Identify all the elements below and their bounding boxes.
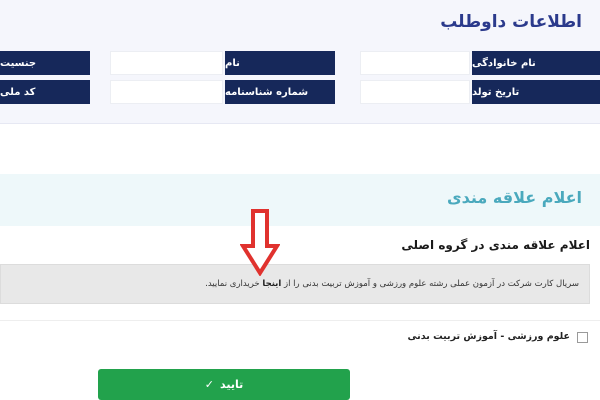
divider xyxy=(0,320,600,321)
last-name-field xyxy=(360,51,470,75)
first-name-label: نام xyxy=(225,51,335,75)
interest-title: اعلام علاقه مندی xyxy=(446,188,582,207)
down-arrow-icon xyxy=(240,209,280,276)
id-number-label: شماره شناسنامه xyxy=(225,80,335,104)
notice-text-end: خریداری نمایید. xyxy=(205,279,260,289)
main-group-title: اعلام علاقه مندی در گروه اصلی xyxy=(401,238,590,252)
purchase-link[interactable]: اینجا xyxy=(262,279,281,289)
check-icon: ✓ xyxy=(204,378,214,391)
sports-science-label: علوم ورزشی - آموزش تربیت بدنی xyxy=(407,331,570,342)
id-number-field xyxy=(110,80,223,104)
submit-label: تایید xyxy=(219,378,244,391)
last-name-label: نام خانوادگی xyxy=(472,51,600,75)
birth-date-field xyxy=(360,80,470,104)
gender-label: جنسیت xyxy=(0,51,90,75)
interest-section: اعلام علاقه مندی xyxy=(0,174,600,226)
candidate-info-title: اطلاعات داوطلب xyxy=(440,12,582,32)
notice-text-start: سریال کارت شرکت در آزمون عملی رشته علوم … xyxy=(284,279,579,289)
submit-button[interactable]: تایید ✓ xyxy=(98,369,350,400)
birth-date-label: تاریخ تولد xyxy=(472,80,600,104)
serial-card-notice: سریال کارت شرکت در آزمون عملی رشته علوم … xyxy=(0,264,590,304)
sports-science-checkbox[interactable] xyxy=(577,332,588,343)
national-code-label: کد ملی xyxy=(0,80,90,104)
first-name-field xyxy=(110,51,223,75)
